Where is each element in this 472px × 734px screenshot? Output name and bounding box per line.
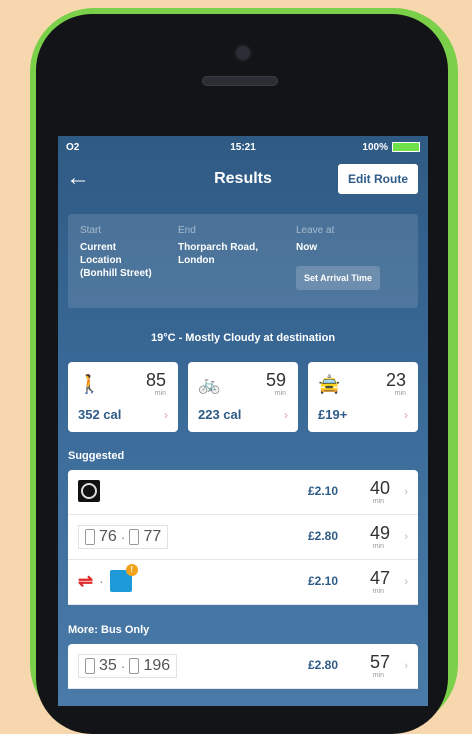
bus-number: 76 xyxy=(99,528,117,545)
app-screen: O2 15:21 100% ← Results Edit Route Start… xyxy=(58,136,428,706)
bike-icon: 🚲 xyxy=(198,374,221,394)
route-row-bus[interactable]: 76 · 77 £2.80 49 min › xyxy=(68,515,418,560)
route-unit: min xyxy=(372,498,384,505)
bus-icon xyxy=(85,529,95,545)
bike-unit: min xyxy=(274,390,286,397)
set-arrival-time-button[interactable]: Set Arrival Time xyxy=(296,266,381,290)
suggested-header: Suggested xyxy=(68,450,125,462)
bus-number: 196 xyxy=(143,657,171,674)
alert-badge: ! xyxy=(125,564,138,576)
chevron-right-icon: › xyxy=(404,576,408,588)
end-column: End Thorparch Road, London xyxy=(178,224,258,267)
chevron-right-icon: › xyxy=(404,408,408,422)
more-bus-header: More: Bus Only xyxy=(68,624,150,636)
nav-bar: ← Results Edit Route xyxy=(58,158,428,202)
start-column: Start Current Location (Bonhill Street) xyxy=(80,224,152,280)
route-unit: min xyxy=(372,543,384,550)
walk-icon: 🚶 xyxy=(78,374,101,394)
bus-number: 35 xyxy=(99,657,117,674)
route-price: £2.80 xyxy=(307,658,338,672)
route-unit: min xyxy=(372,672,384,679)
route-time: 49 xyxy=(369,523,390,543)
route-row-rail[interactable]: ⇌ · ! £2.10 47 min › xyxy=(68,560,418,605)
taxi-duration: 23 xyxy=(385,370,406,390)
mode-bike[interactable]: 🚲 59 min 223 cal › xyxy=(188,362,298,432)
separator-dot: · xyxy=(120,529,126,545)
end-value-line1: Thorparch Road, xyxy=(178,242,259,253)
chevron-right-icon: › xyxy=(164,408,168,422)
status-bar: O2 15:21 100% xyxy=(58,136,428,158)
separator-dot: · xyxy=(120,658,126,674)
bike-duration: 59 xyxy=(265,370,286,390)
taxi-unit: min xyxy=(394,390,406,397)
route-price: £2.10 xyxy=(307,574,338,588)
edit-route-button[interactable]: Edit Route xyxy=(338,164,418,194)
taxi-cost: £19+ xyxy=(318,407,348,422)
route-unit: min xyxy=(372,588,384,595)
dlr-icon: ! xyxy=(109,564,138,592)
mode-walk[interactable]: 🚶 85 min 352 cal › xyxy=(68,362,178,432)
route-icons: 76 · 77 xyxy=(78,525,169,549)
chevron-right-icon: › xyxy=(404,486,408,498)
route-icons xyxy=(78,480,100,502)
leave-value: Now xyxy=(296,242,318,253)
start-value-line1: Current xyxy=(80,242,117,253)
route-price: £2.80 xyxy=(307,529,338,543)
chevron-right-icon: › xyxy=(284,408,288,422)
leave-label: Leave at xyxy=(296,225,335,236)
route-row-bus[interactable]: 35 · 196 £2.80 57 min › xyxy=(68,644,418,689)
route-icons: ⇌ · ! xyxy=(78,564,138,592)
bus-icon xyxy=(129,658,140,674)
separator-dot: · xyxy=(99,573,104,589)
underground-icon xyxy=(78,480,100,502)
route-time: 47 xyxy=(369,568,390,588)
walk-calories: 352 cal xyxy=(78,407,122,422)
start-label: Start xyxy=(80,225,102,236)
bus-routes: 76 · 77 xyxy=(78,525,169,549)
speaker-grille xyxy=(202,76,278,86)
mode-taxi[interactable]: 🚖 23 min £19+ › xyxy=(308,362,418,432)
carrier-label: O2 xyxy=(66,141,80,153)
bus-routes: 35 · 196 xyxy=(78,654,178,678)
end-value-line2: London xyxy=(178,255,215,266)
bus-number: 77 xyxy=(143,528,162,545)
route-icons: 35 · 196 xyxy=(78,654,178,678)
bike-calories: 223 cal xyxy=(198,407,242,422)
more-list: 35 · 196 £2.80 57 min › xyxy=(68,644,418,689)
travel-modes: 🚶 85 min 352 cal › 🚲 59 min 223 cal › 🚖 … xyxy=(68,362,418,432)
bus-icon xyxy=(129,529,140,545)
chevron-right-icon: › xyxy=(404,531,408,543)
leave-column: Leave at Now xyxy=(296,224,334,254)
battery-percent: 100% xyxy=(362,141,388,153)
route-row-tube[interactable]: £2.10 40 min › xyxy=(68,470,418,515)
bus-icon xyxy=(85,658,95,674)
battery-icon xyxy=(392,141,420,152)
walk-duration: 85 xyxy=(145,370,166,390)
suggested-list: £2.10 40 min › 76 · 77 £2.80 49 min › ⇌ xyxy=(68,470,418,605)
route-summary: Start Current Location (Bonhill Street) … xyxy=(68,214,418,308)
taxi-icon: 🚖 xyxy=(318,374,341,394)
national-rail-icon: ⇌ xyxy=(78,570,94,591)
walk-unit: min xyxy=(154,390,166,397)
start-value-line3: (Bonhill Street) xyxy=(80,268,152,279)
end-label: End xyxy=(178,225,196,236)
route-time: 40 xyxy=(369,478,390,498)
route-price: £2.10 xyxy=(307,484,338,498)
battery-indicator: 100% xyxy=(362,142,420,153)
weather-info: 19°C - Mostly Cloudy at destination xyxy=(150,332,336,344)
route-time: 57 xyxy=(369,652,390,672)
start-value-line2: Location xyxy=(80,255,122,266)
camera-icon xyxy=(234,44,252,62)
chevron-right-icon: › xyxy=(404,660,408,672)
